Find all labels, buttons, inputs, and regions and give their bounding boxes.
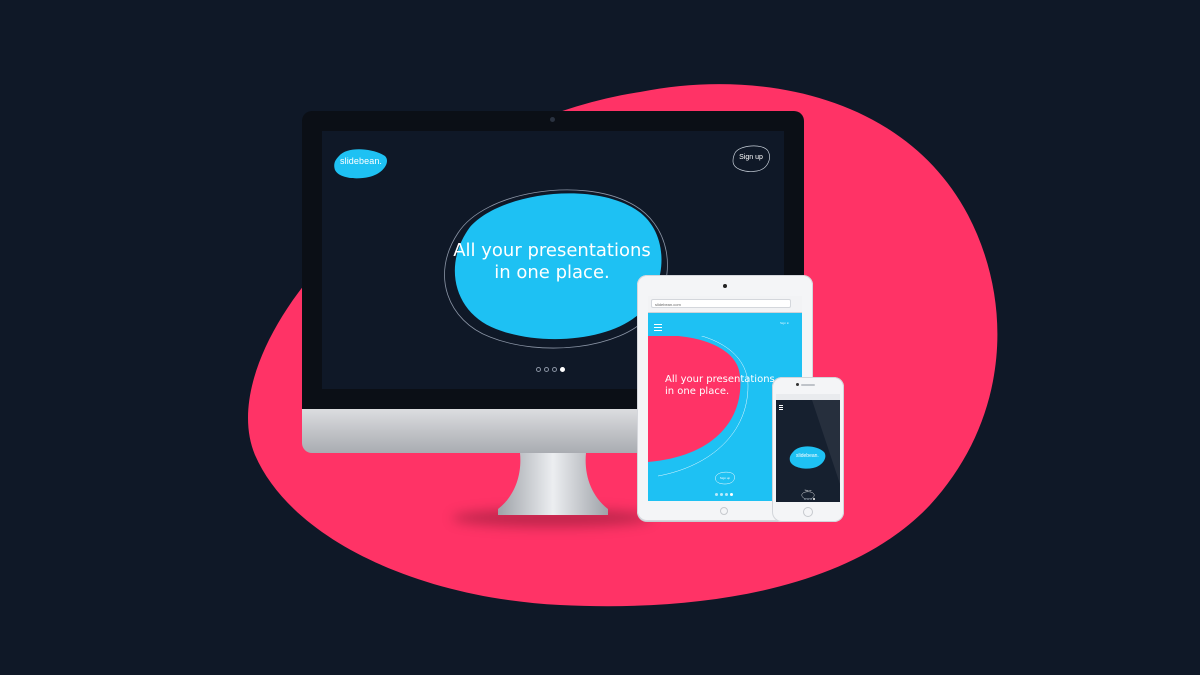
menu-icon[interactable]: [779, 405, 783, 410]
phone-slide-indicator: [804, 498, 815, 500]
phone-logo[interactable]: slidebean.: [796, 453, 819, 459]
slide-dot[interactable]: [544, 367, 549, 372]
logo[interactable]: slidebean.: [340, 156, 382, 166]
phone-signup-button[interactable]: Sign up: [801, 487, 815, 500]
signin-link[interactable]: Sign in: [780, 321, 789, 325]
slide-dot[interactable]: [715, 493, 718, 496]
slide-dot[interactable]: [552, 367, 557, 372]
signup-button[interactable]: Sign up: [731, 143, 771, 173]
phone-signup-label: Sign up: [804, 490, 812, 492]
tablet-slide-indicator: [715, 493, 733, 496]
hero-heading: All your presentations in one place.: [442, 240, 662, 284]
slide-dot[interactable]: [720, 493, 723, 496]
camera-icon: [550, 117, 555, 122]
camera-icon: [796, 383, 799, 386]
hero-line-1: All your presentations: [453, 240, 651, 261]
tablet-hero-heading: All your presentations in one place.: [665, 374, 775, 398]
phone-screen: slidebean. Sign up: [776, 394, 840, 502]
menu-icon[interactable]: [654, 324, 662, 331]
hero-scene: slidebean. Sign up All your presentation…: [0, 0, 1200, 675]
slide-dot-active[interactable]: [560, 367, 565, 372]
slide-dot[interactable]: [804, 498, 806, 500]
camera-icon: [723, 284, 727, 288]
slide-dot-active[interactable]: [730, 493, 733, 496]
browser-bar: slidebean.com: [648, 296, 802, 313]
slide-dot[interactable]: [807, 498, 809, 500]
tablet-hero-line-2: in one place.: [665, 386, 730, 397]
tablet-signup-label: Sign up: [719, 476, 731, 480]
phone-device: slidebean. Sign up: [772, 377, 844, 522]
slide-indicator: [536, 367, 565, 375]
tablet-hero-line-1: All your presentations: [665, 374, 775, 385]
slide-dot[interactable]: [810, 498, 812, 500]
url-field[interactable]: slidebean.com: [651, 299, 791, 308]
home-button-icon[interactable]: [720, 507, 728, 515]
hero-line-2: in one place.: [494, 262, 610, 283]
slide-dot[interactable]: [536, 367, 541, 372]
monitor-stand: [498, 453, 608, 515]
slide-dot[interactable]: [725, 493, 728, 496]
tablet-signup-button[interactable]: Sign up: [714, 471, 736, 485]
slide-dot-active[interactable]: [813, 498, 815, 500]
home-button-icon[interactable]: [803, 507, 813, 517]
signup-label: Sign up: [739, 154, 763, 161]
speaker-icon: [801, 384, 815, 386]
